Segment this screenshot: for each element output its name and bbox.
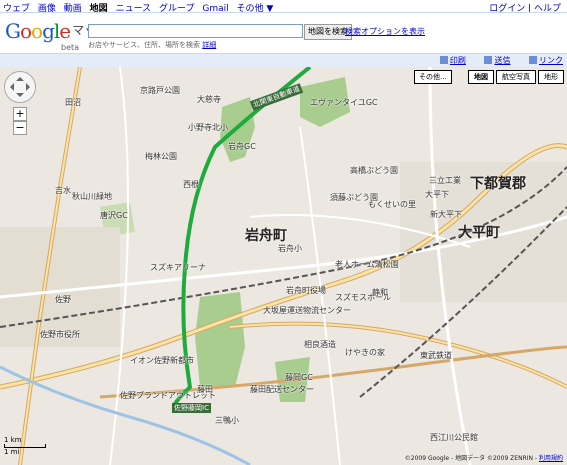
map-label: 大平下 xyxy=(425,190,449,199)
terms-link[interactable]: 利用規約 xyxy=(539,455,563,462)
zoom-in-button[interactable]: + xyxy=(13,107,27,121)
print-icon xyxy=(439,56,448,64)
map-label: 佐野 xyxy=(55,295,71,304)
search-input[interactable] xyxy=(88,24,303,38)
map-label: 梅林公園 xyxy=(145,152,177,161)
road xyxy=(299,126,341,465)
maptype-terrain-button[interactable]: 地形 xyxy=(538,70,564,84)
pan-down-icon[interactable] xyxy=(16,93,24,101)
scale-bar: 1 km 1 mi xyxy=(4,436,46,456)
map-label: 相良酒造 xyxy=(304,340,336,349)
search-options-link[interactable]: 検索オプションを表示 xyxy=(345,26,425,37)
map-label: 岩舟小 xyxy=(278,244,302,253)
map-label: 岩舟町役場 xyxy=(286,286,326,295)
other-layers-button[interactable]: その他... xyxy=(414,70,452,84)
zoom-out-button[interactable]: − xyxy=(13,121,27,135)
map-toolbar: 印刷 送信 リンク xyxy=(0,53,567,67)
top-bar: ウェブ 画像 動画 地図 ニュース グループ Gmail その他 ▼ ログイン … xyxy=(0,0,567,14)
map-graphics xyxy=(0,67,567,465)
map-canvas[interactable]: 岩舟町 大平町 下都賀郡 京路戸公園 大慈寺 エヴァンタイユGC 小野寺北小 岩… xyxy=(0,67,567,465)
map-label: 三鴨小 xyxy=(215,416,239,425)
map-label: 新大平下 xyxy=(430,210,462,219)
link-icon xyxy=(529,56,537,64)
map-label: 大慈寺 xyxy=(197,95,221,104)
copyright: ©2009 Google - 地図データ ©2009 ZENRIN - 利用規約 xyxy=(405,453,563,462)
hint-text: お店やサービス、住所、場所を検索 xyxy=(88,41,200,49)
map-label: 西江川公民館 xyxy=(430,433,478,442)
place-label-iwafune: 岩舟町 xyxy=(245,228,287,244)
map-label: 藤岡GC xyxy=(285,373,313,382)
place-label-shimotsuga: 下都賀郡 xyxy=(470,176,526,192)
beta-label: beta xyxy=(61,43,80,52)
ic-shield: 佐野藤岡IC xyxy=(172,403,211,413)
map-label: 東武鉄道 xyxy=(420,351,452,360)
map-label: スズキアリーナ xyxy=(150,263,206,272)
map-label: けやきの家 xyxy=(345,348,385,357)
map-label: 三立工業 xyxy=(429,176,461,185)
map-label: 田沼 xyxy=(65,98,81,107)
map-label: 大坂屋運送物流センター xyxy=(263,306,351,315)
hint-details-link[interactable]: 詳細 xyxy=(202,41,216,49)
map-label: 藤田配送センター xyxy=(250,385,314,394)
map-label: 高橋ぶどう園 xyxy=(350,166,398,175)
scale-km: 1 km xyxy=(4,436,22,444)
send-icon xyxy=(484,56,493,64)
logo-text: Google xyxy=(5,19,71,43)
search-hint: お店やサービス、住所、場所を検索 詳細 xyxy=(88,40,216,50)
map-label: 唐沢GC xyxy=(100,211,128,220)
map-type-control: 地図 航空写真 地形 xyxy=(468,70,564,84)
place-label-ohira: 大平町 xyxy=(458,225,500,241)
map-label: もくせいの里 xyxy=(368,200,416,209)
link-link[interactable]: リンク xyxy=(539,56,563,65)
map-label: 京路戸公園 xyxy=(140,86,180,95)
map-label: 西根 xyxy=(183,180,199,189)
maptype-map-button[interactable]: 地図 xyxy=(468,70,494,84)
copyright-text: ©2009 Google - 地図データ ©2009 ZENRIN - xyxy=(404,455,538,462)
print-link[interactable]: 印刷 xyxy=(450,56,466,65)
pan-left-icon[interactable] xyxy=(6,83,14,91)
map-label: エヴァンタイユGC xyxy=(310,98,378,107)
pan-control[interactable] xyxy=(4,71,36,103)
scale-mi: 1 mi xyxy=(4,448,20,456)
send-link[interactable]: 送信 xyxy=(494,56,510,65)
map-label: イオン佐野新都市 xyxy=(130,356,194,365)
park-area xyxy=(195,292,245,387)
map-label: 岩舟GC xyxy=(228,142,256,151)
map-label: 佐野市役所 xyxy=(40,330,80,339)
map-label: 藤田 xyxy=(197,385,213,394)
map-label: 秋山川緑地 xyxy=(72,192,112,201)
map-label: 吉水 xyxy=(55,186,71,195)
map-label: 小野寺北小 xyxy=(188,123,228,132)
map-label: 老人ホーム清松園 xyxy=(335,260,399,269)
divider xyxy=(0,12,567,13)
maptype-satellite-button[interactable]: 航空写真 xyxy=(496,70,536,84)
pan-up-icon[interactable] xyxy=(16,73,24,81)
pan-right-icon[interactable] xyxy=(26,83,34,91)
map-label: 静和 xyxy=(372,288,388,297)
